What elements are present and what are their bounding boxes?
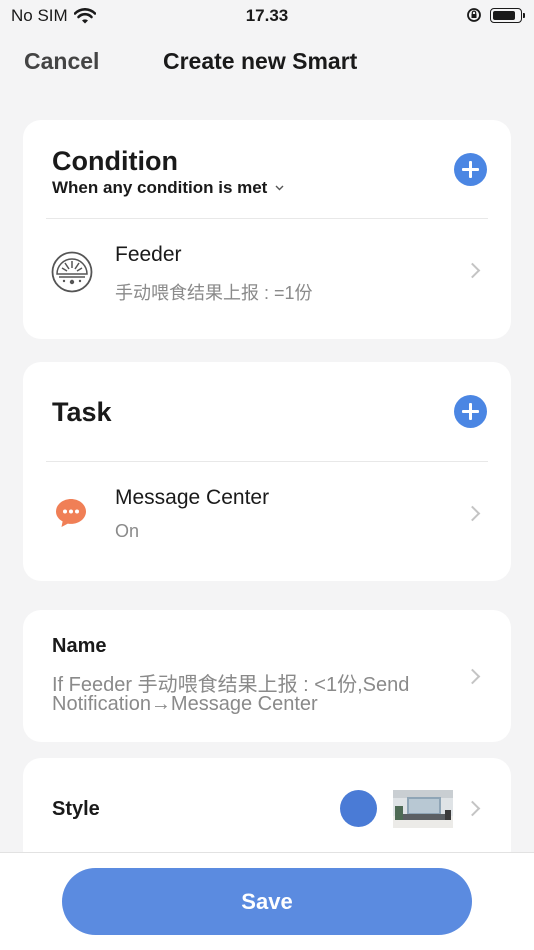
task-title: Task [52,397,112,427]
status-time: 17.33 [245,6,289,25]
condition-detail: 手动喂食结果上报 : =1份 [115,283,313,303]
style-background-thumbnail[interactable] [393,790,453,828]
name-card[interactable]: Name If Feeder 手动喂食结果上报 : <1份,Send Notif… [23,610,511,742]
name-label: Name [52,635,107,657]
chevron-right-icon [464,668,481,685]
message-icon [56,499,86,527]
battery-icon [490,7,525,23]
condition-match-label: When any condition is met [52,178,268,197]
condition-item-feeder[interactable]: Feeder 手动喂食结果上报 : =1份 [23,219,511,337]
condition-match-dropdown[interactable]: When any condition is met [52,178,284,198]
task-item-message-center[interactable]: Message Center On [23,462,511,580]
status-bar: No SIM 17.33 [0,0,534,32]
orientation-lock-icon [467,8,481,22]
condition-device-name: Feeder [115,243,182,266]
navigation-bar: Cancel Create new Smart [0,40,534,84]
add-task-button[interactable] [454,395,487,428]
save-button[interactable]: Save [62,868,472,935]
page-title: Create new Smart [163,48,358,74]
condition-title: Condition [52,146,178,176]
save-bar: Save [0,852,534,950]
chevron-down-icon [275,185,284,191]
chevron-right-icon [464,262,481,279]
add-condition-button[interactable] [454,153,487,186]
task-device-name: Message Center [115,486,270,509]
style-color-swatch[interactable] [340,790,377,827]
feeder-icon [51,251,93,293]
name-value-line-2: Notification→Message Center [52,693,318,715]
task-card: Task Message Center On [23,362,511,581]
task-detail: On [115,521,140,541]
condition-card: Condition When any condition is met Feed… [23,120,511,339]
cancel-button[interactable]: Cancel [24,48,99,75]
style-label: Style [52,798,100,820]
chevron-right-icon [464,800,481,817]
chevron-right-icon [464,505,481,522]
